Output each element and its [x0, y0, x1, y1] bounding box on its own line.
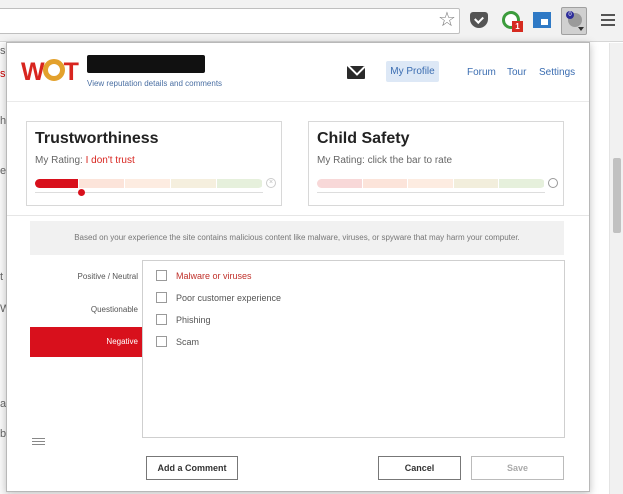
checkbox[interactable]	[156, 336, 167, 347]
category-negative[interactable]: Negative	[30, 327, 142, 357]
browser-toolbar: ☆ 1 0	[0, 0, 623, 42]
my-profile-button[interactable]: My Profile	[386, 61, 439, 82]
option-malware[interactable]: Malware or viruses	[156, 270, 252, 281]
forum-link[interactable]: Forum	[467, 67, 496, 78]
mail-icon[interactable]	[347, 66, 365, 79]
chevron-down-icon	[578, 27, 584, 31]
rating-marker[interactable]	[77, 189, 85, 196]
divider	[7, 101, 589, 102]
child-safety-rating-bar[interactable]	[317, 179, 545, 188]
options-list: Malware or viruses Poor customer experie…	[142, 260, 565, 438]
trustworthiness-card: Trustworthiness My Rating: I don't trust…	[26, 121, 282, 206]
category-questionable[interactable]: Questionable	[30, 295, 142, 325]
view-reputation-link[interactable]: View reputation details and comments	[87, 79, 222, 88]
category-info-text: Based on your experience the site contai…	[30, 221, 564, 255]
star-icon[interactable]: ☆	[436, 9, 458, 31]
wot-extension-button[interactable]: 0	[561, 7, 587, 35]
list-icon[interactable]	[32, 438, 45, 447]
child-safety-card: Child Safety My Rating: click the bar to…	[308, 121, 564, 206]
wot-badge: 0	[566, 11, 574, 19]
bg-text: t	[0, 271, 4, 283]
ghostery-icon[interactable]: 1	[500, 9, 523, 32]
add-comment-button[interactable]: Add a Comment	[146, 456, 238, 480]
category-positive-neutral[interactable]: Positive / Neutral	[30, 262, 142, 292]
clear-rating-icon[interactable]: ×	[266, 178, 276, 188]
pocket-icon[interactable]	[468, 9, 490, 31]
scrollbar-thumb[interactable]	[613, 158, 621, 233]
trustworthiness-rating-bar[interactable]	[35, 179, 263, 188]
checkbox[interactable]	[156, 292, 167, 303]
settings-link[interactable]: Settings	[539, 67, 575, 78]
extension-icon[interactable]	[531, 9, 553, 31]
rating-slider-handle[interactable]	[548, 178, 558, 188]
checkbox[interactable]	[156, 270, 167, 281]
bg-text: s	[0, 45, 6, 57]
divider	[7, 215, 589, 216]
checkbox[interactable]	[156, 314, 167, 325]
ghostery-badge: 1	[512, 21, 523, 32]
wot-logo: WT	[21, 58, 79, 86]
cancel-button[interactable]: Cancel	[378, 456, 461, 480]
site-name-redacted	[87, 55, 205, 73]
card-title: Trustworthiness	[35, 130, 159, 147]
my-rating: My Rating: click the bar to rate	[317, 155, 453, 166]
tour-link[interactable]: Tour	[507, 67, 526, 78]
wot-popup: WT View reputation details and comments …	[6, 42, 590, 492]
page-scrollbar[interactable]	[609, 43, 623, 494]
option-poor-customer-experience[interactable]: Poor customer experience	[156, 292, 281, 303]
option-scam[interactable]: Scam	[156, 336, 199, 347]
address-bar[interactable]	[0, 8, 460, 34]
option-phishing[interactable]: Phishing	[156, 314, 211, 325]
bg-text: s	[0, 68, 6, 80]
my-rating: My Rating: I don't trust	[35, 155, 135, 166]
card-title: Child Safety	[317, 130, 410, 147]
hamburger-menu-icon[interactable]	[597, 9, 619, 31]
save-button[interactable]: Save	[471, 456, 564, 480]
